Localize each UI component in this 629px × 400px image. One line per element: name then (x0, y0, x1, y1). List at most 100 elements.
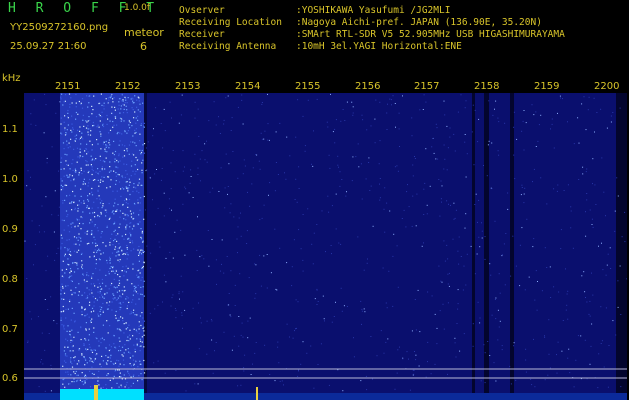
noise-speckle (132, 170, 134, 172)
noise-speckle (617, 195, 619, 197)
noise-speckle (66, 248, 68, 250)
noise-speckle (501, 349, 503, 351)
noise-speckle (109, 244, 111, 246)
noise-speckle (69, 333, 71, 335)
noise-speckle (128, 124, 130, 126)
noise-speckle (118, 290, 121, 292)
station-row-antenna: Receiving Antenna:10mH 3el.YAGI Horizont… (179, 41, 462, 53)
noise-speckle (168, 198, 170, 200)
noise-speckle (70, 97, 72, 99)
noise-speckle (589, 300, 591, 302)
noise-speckle (77, 210, 79, 212)
noise-speckle (109, 301, 111, 303)
noise-speckle (182, 170, 184, 172)
noise-speckle (100, 93, 102, 95)
noise-speckle (78, 100, 80, 103)
noise-speckle (535, 111, 537, 113)
noise-speckle (93, 236, 95, 238)
noise-speckle (62, 383, 64, 385)
noise-speckle (53, 320, 55, 322)
noise-speckle (140, 279, 142, 281)
noise-speckle (255, 342, 257, 343)
noise-speckle (113, 170, 115, 172)
noise-speckle (121, 250, 123, 252)
noise-speckle (201, 150, 203, 152)
noise-speckle (458, 236, 460, 238)
noise-speckle (67, 214, 69, 216)
noise-speckle (99, 315, 101, 317)
noise-speckle (97, 286, 99, 288)
noise-speckle (224, 207, 226, 209)
noise-speckle (237, 252, 238, 254)
noise-speckle (133, 186, 135, 188)
noise-speckle (93, 349, 95, 351)
noise-speckle (73, 357, 75, 359)
noise-speckle (87, 185, 89, 187)
noise-speckle (63, 101, 65, 103)
noise-speckle (66, 355, 68, 357)
noise-speckle (105, 157, 107, 159)
noise-speckle (580, 335, 582, 337)
noise-speckle (73, 271, 76, 273)
noise-speckle (86, 205, 88, 207)
noise-speckle (118, 284, 120, 286)
noise-speckle (274, 190, 276, 192)
noise-speckle (112, 101, 114, 103)
noise-speckle (125, 98, 127, 100)
noise-speckle (544, 336, 546, 338)
noise-speckle (84, 281, 86, 283)
noise-speckle (152, 199, 153, 201)
noise-speckle (575, 359, 577, 361)
noise-speckle (111, 309, 113, 311)
noise-speckle (474, 109, 476, 111)
noise-speckle (131, 301, 133, 303)
noise-speckle (341, 179, 343, 180)
noise-speckle (88, 95, 90, 97)
noise-speckle (63, 219, 65, 222)
noise-speckle (98, 249, 100, 252)
noise-speckle (135, 303, 137, 305)
noise-speckle (321, 210, 323, 212)
noise-speckle (94, 216, 96, 218)
noise-speckle (163, 108, 165, 110)
noise-speckle (132, 355, 134, 357)
noise-speckle (139, 251, 141, 253)
noise-speckle (515, 379, 517, 381)
noise-speckle (89, 293, 91, 295)
noise-speckle (91, 307, 94, 309)
noise-speckle (128, 374, 131, 376)
noise-speckle (416, 193, 418, 195)
noise-speckle (558, 291, 560, 293)
noise-speckle (99, 202, 102, 204)
noise-speckle (487, 144, 489, 146)
noise-speckle (78, 244, 81, 246)
noise-speckle (89, 128, 91, 130)
noise-speckle (39, 231, 40, 233)
noise-speckle (454, 337, 456, 339)
noise-speckle (76, 147, 79, 149)
noise-speckle (97, 313, 99, 315)
noise-speckle (426, 204, 428, 206)
noise-speckle (89, 212, 91, 214)
noise-speckle (125, 170, 127, 172)
noise-speckle (129, 239, 131, 241)
noise-speckle (93, 225, 96, 227)
noise-speckle (99, 363, 101, 365)
noise-speckle (51, 146, 53, 148)
noise-speckle (80, 202, 82, 204)
noise-speckle (333, 316, 335, 317)
noise-speckle (124, 214, 126, 216)
noise-speckle (126, 381, 128, 384)
noise-speckle (117, 233, 119, 235)
noise-speckle (67, 258, 69, 260)
noise-speckle (60, 132, 62, 134)
noise-speckle (135, 128, 137, 130)
noise-speckle (391, 104, 392, 106)
noise-speckle (364, 311, 366, 313)
noise-speckle (142, 327, 144, 329)
noise-speckle (87, 195, 89, 197)
noise-speckle (524, 187, 526, 189)
noise-speckle (91, 187, 93, 190)
noise-speckle (114, 158, 116, 160)
x-tick-label: 2157 (414, 81, 440, 92)
